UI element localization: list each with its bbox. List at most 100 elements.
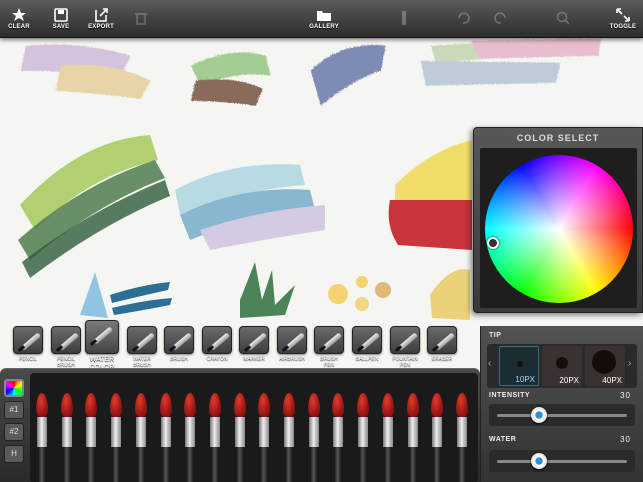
tool-brush[interactable]: BRUSH: [163, 326, 195, 362]
toggle-label: TOGGLE: [609, 24, 637, 30]
tool-water-color[interactable]: WATER COLOR: [85, 320, 119, 372]
export-icon: [95, 8, 108, 22]
brush-ferrule: [37, 417, 47, 447]
tool-fountain-pen[interactable]: FOUNTAIN PEN: [389, 326, 421, 368]
tool-pencil-brush[interactable]: PENCIL BRUSH: [50, 326, 82, 368]
water-color-icon: [85, 320, 119, 354]
folder-icon: [317, 10, 331, 21]
export-label: EXPORT: [88, 24, 114, 30]
color-select-title: COLOR SELECT: [516, 133, 600, 143]
brush-tip: [60, 393, 73, 417]
brush-ferrule: [185, 417, 196, 447]
brush-tip: [455, 393, 468, 417]
tool-water-brush[interactable]: WATER BRUSH: [126, 326, 158, 368]
brush-swatch[interactable]: [207, 373, 223, 482]
brush-handle: [235, 447, 244, 482]
swatch-1[interactable]: #1: [4, 401, 24, 419]
tip-size-selector: ‹ 10PX 20PX 40PX ›: [487, 344, 637, 388]
export-button[interactable]: EXPORT: [86, 0, 116, 38]
brush-swatch[interactable]: [429, 373, 445, 482]
chevron-left-icon[interactable]: ‹: [488, 358, 491, 369]
brush-ferrule: [284, 417, 294, 447]
tip-label: TIP: [489, 332, 502, 339]
tip-size-10[interactable]: 10PX: [499, 346, 539, 386]
brush-swatch[interactable]: [281, 373, 297, 482]
color-wheel[interactable]: [485, 155, 633, 303]
brush-swatch[interactable]: [306, 373, 322, 482]
save-button[interactable]: SAVE: [48, 0, 74, 38]
tip-dot-medium: [556, 357, 568, 369]
color-wheel-handle[interactable]: [487, 237, 499, 249]
tool-crayon[interactable]: CRAYON: [201, 326, 233, 362]
brush-tip: [307, 393, 320, 417]
brush-tip: [406, 393, 419, 417]
gallery-button[interactable]: GALLERY: [306, 0, 342, 38]
airbrush-icon: [277, 326, 307, 354]
tool-airbrush[interactable]: AIRBRUSH: [276, 326, 308, 362]
water-brush-icon: [127, 326, 157, 354]
toggle-button[interactable]: TOGGLE: [608, 0, 638, 38]
brush-swatch[interactable]: [380, 373, 396, 482]
water-knob[interactable]: [531, 453, 548, 469]
color-wheel-button[interactable]: [4, 379, 24, 397]
brush-swatch[interactable]: [355, 373, 371, 482]
chevron-right-icon[interactable]: ›: [628, 358, 631, 369]
brush-swatch[interactable]: [405, 373, 421, 482]
brush-handle: [260, 447, 269, 482]
brush-swatch[interactable]: [34, 373, 50, 482]
swatch-history[interactable]: H: [4, 445, 24, 463]
brush-ferrule: [111, 417, 122, 447]
intensity-label: INTENSITY: [489, 392, 531, 399]
clear-button[interactable]: CLEAR: [6, 0, 32, 38]
expand-arrows-icon: [616, 8, 630, 22]
brush-swatch[interactable]: [59, 373, 75, 482]
brush-ferrule: [135, 417, 146, 447]
brush-tool-icon: [164, 326, 194, 354]
clear-label: CLEAR: [8, 24, 30, 30]
gallery-label: GALLERY: [309, 23, 339, 30]
brush-swatch[interactable]: [158, 373, 174, 482]
intensity-slider[interactable]: [489, 404, 635, 426]
tip-size-40[interactable]: 40PX: [585, 346, 625, 386]
intensity-knob[interactable]: [531, 407, 548, 423]
brush-swatch[interactable]: [83, 373, 99, 482]
brush-swatch[interactable]: [133, 373, 149, 482]
brush-handle: [38, 447, 46, 482]
tool-marker[interactable]: MARKER: [238, 326, 270, 362]
tool-brush-pen[interactable]: BRUSH PEN: [313, 326, 345, 368]
tip-size-20[interactable]: 20PX: [542, 346, 582, 386]
brush-swatch[interactable]: [232, 373, 248, 482]
water-track: [497, 460, 627, 463]
brush-tip: [258, 393, 271, 417]
brush-ferrule: [86, 417, 97, 447]
brush-swatch[interactable]: [108, 373, 124, 482]
brush-tip: [85, 393, 98, 417]
brush-ferrule: [61, 417, 72, 447]
brush-swatch[interactable]: [330, 373, 346, 482]
water-slider[interactable]: [489, 450, 635, 472]
tool-pencil[interactable]: PENCIL: [12, 326, 44, 362]
undo-icon: [452, 0, 474, 38]
brush-handle: [62, 447, 71, 482]
eraser-icon: [427, 326, 457, 354]
tool-eraser[interactable]: ERASER: [426, 326, 458, 362]
brush-handle: [359, 447, 368, 482]
brush-handle: [87, 447, 96, 482]
brush-tip: [357, 393, 370, 417]
brush-swatch[interactable]: [256, 373, 272, 482]
brush-tip: [184, 393, 197, 417]
brush-tip: [233, 393, 246, 417]
brush-handle: [309, 447, 318, 482]
brush-swatch[interactable]: [182, 373, 198, 482]
brush-ferrule: [358, 417, 369, 447]
floppy-disk-icon: [54, 8, 68, 22]
tool-ballpen[interactable]: BALLPEN: [351, 326, 383, 362]
crayon-icon: [202, 326, 232, 354]
brush-ferrule: [160, 417, 171, 447]
brush-handle: [285, 447, 293, 482]
swatch-2[interactable]: #2: [4, 423, 24, 441]
brush-swatch[interactable]: [454, 373, 470, 482]
brush-ferrule: [333, 417, 344, 447]
brush-handle: [112, 447, 121, 482]
settings-panel: TIP ‹ 10PX 20PX 40PX › INTENSITY 30 WATE…: [480, 326, 643, 482]
